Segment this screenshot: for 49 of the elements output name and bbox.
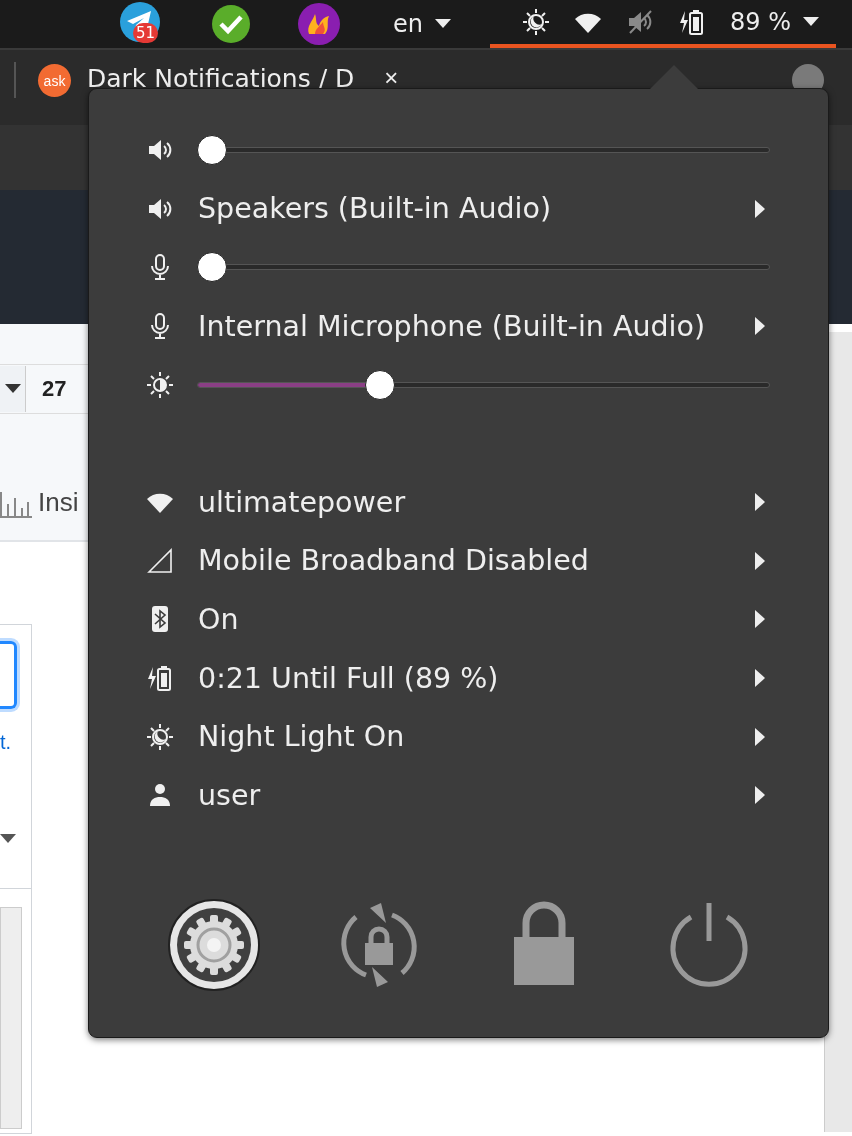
dropdown-caret-icon[interactable] [803,17,819,27]
site-logo: ask [38,64,71,97]
slider[interactable] [197,369,770,400]
slider-thumb[interactable] [197,135,227,166]
battery-percentage[interactable]: 89 % [730,8,791,36]
notification-badge: 51 [133,23,159,43]
submenu-arrow-icon [754,317,766,336]
menu-item[interactable]: user [146,765,770,825]
input-field[interactable] [0,641,17,709]
scrollbar[interactable] [0,907,22,1129]
submenu-arrow-icon [754,199,766,218]
tab-close-button[interactable]: × [384,66,399,90]
menu-item[interactable]: 0:21 Until Full (89 %) [146,648,770,708]
count-value: 27 [42,376,67,402]
night-light-icon [522,8,550,36]
battery-charging-icon [678,8,706,36]
signal-icon [146,546,174,575]
flame-icon[interactable] [297,2,341,46]
submenu-arrow-icon [754,610,766,629]
submenu-arrow-icon [754,493,766,512]
slider-thumb[interactable] [197,252,227,283]
slider-thumb[interactable] [365,369,396,400]
night-light-icon [146,722,174,751]
settings-button[interactable] [166,896,262,993]
tab-label[interactable]: Insi [38,487,79,518]
settings-icon [166,896,262,993]
battery-charging-icon [146,664,174,693]
dropdown-caret-icon[interactable] [435,19,451,29]
slider[interactable] [197,135,770,166]
submenu-arrow-icon [754,669,766,688]
menu-item[interactable]: Night Light On [146,707,770,766]
menu-item[interactable]: Internal Microphone (Built-in Audio) [146,296,770,356]
dropdown-caret-icon[interactable] [5,384,21,394]
bar-chart-icon [0,492,32,518]
menu-item[interactable]: Mobile Broadband Disabled [146,531,770,591]
submenu-arrow-icon [754,786,766,805]
submenu-arrow-icon [754,727,766,746]
muted-speaker-icon [626,8,654,36]
menu-item[interactable]: Speakers (Built-in Audio) [146,179,770,239]
dropdown-caret-icon[interactable] [0,834,16,844]
submenu-arrow-icon [754,551,766,570]
link[interactable]: t. [0,731,31,754]
slider[interactable] [197,252,770,283]
dropdown-button[interactable] [0,366,26,412]
menu-item[interactable]: ultimatepower [146,472,770,532]
check-icon[interactable] [211,4,251,44]
language-indicator[interactable]: en [393,10,423,38]
menu-item[interactable]: On [146,590,770,649]
brightness-icon [146,370,174,399]
